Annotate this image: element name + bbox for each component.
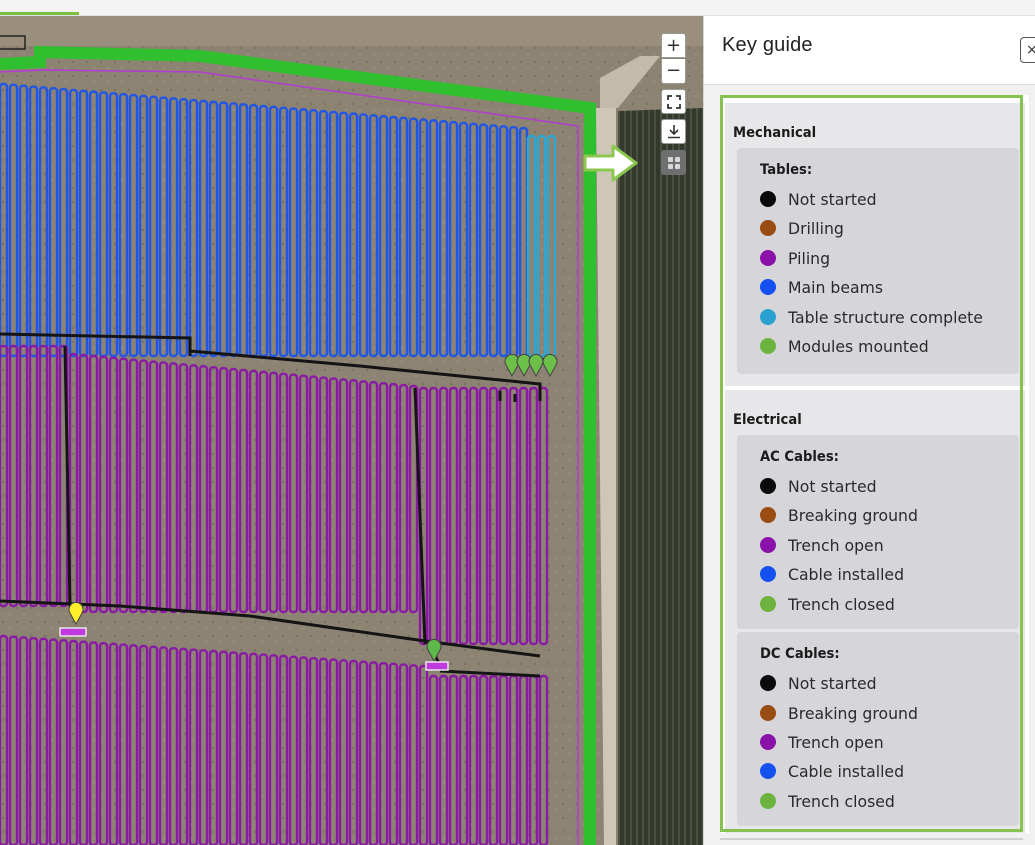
annotation-arrow-icon (583, 144, 638, 182)
section-title: Mechanical (733, 125, 817, 141)
legend-item: Trench open (760, 534, 886, 556)
active-tab-indicator (0, 12, 79, 15)
app-root: + − Key guide × Mechanical Tables: Not s… (0, 0, 1035, 845)
status-dot-icon (760, 763, 776, 779)
status-dot-icon (760, 793, 776, 809)
legend-item: Breaking ground (760, 702, 921, 724)
legend-item: Trench open (760, 731, 886, 753)
legend-label: Trench closed (788, 791, 895, 811)
minus-icon: − (665, 60, 682, 81)
status-dot-icon (760, 220, 776, 236)
close-button[interactable]: × (1020, 37, 1035, 63)
group-title: Tables: (760, 162, 813, 178)
group-title: DC Cables: (760, 646, 840, 662)
legend-item: Piling (760, 247, 831, 269)
legend-label: Cable installed (788, 564, 905, 584)
status-dot-icon (760, 734, 776, 750)
legend-label: Not started (788, 189, 877, 209)
status-dot-icon (760, 566, 776, 582)
zoom-in-button[interactable]: + (661, 33, 686, 58)
site-map-canvas[interactable] (0, 16, 703, 845)
legend-item: Not started (760, 475, 878, 497)
fullscreen-button[interactable] (661, 89, 686, 114)
legend-group-tables: Tables: Not started Drilling Piling Main… (737, 148, 1019, 374)
download-icon (667, 125, 680, 139)
legend-section-mechanical: Mechanical Tables: Not started Drilling … (725, 103, 1025, 386)
legend-group-ac-cables: AC Cables: Not started Breaking ground T… (737, 435, 1019, 629)
legend-label: Main beams (788, 277, 884, 297)
status-dot-icon (760, 705, 776, 721)
legend-item: Not started (760, 672, 878, 694)
download-button[interactable] (661, 119, 686, 144)
legend-label: Breaking ground (788, 703, 918, 723)
legend-item: Modules mounted (760, 335, 932, 357)
status-dot-icon (760, 250, 776, 266)
site-map[interactable] (0, 16, 703, 845)
status-dot-icon (760, 537, 776, 553)
legend-group-dc-cables: DC Cables: Not started Breaking ground T… (737, 632, 1019, 826)
legend-item: Drilling (760, 217, 845, 239)
legend-item: Breaking ground (760, 504, 921, 526)
legend-label: Trench open (788, 732, 884, 752)
panel-header: Key guide × (704, 16, 1035, 85)
key-guide-panel: Key guide × Mechanical Tables: Not start… (703, 16, 1035, 845)
panel-title: Key guide (722, 34, 813, 56)
legend-body: Mechanical Tables: Not started Drilling … (721, 95, 1029, 833)
legend-item: Trench closed (760, 790, 897, 812)
legend-item: Trench closed (760, 593, 897, 615)
legend-label: Table structure complete (788, 307, 983, 327)
plus-icon: + (665, 34, 682, 56)
legend-label: Breaking ground (788, 505, 918, 525)
section-title: Electrical (733, 412, 802, 428)
legend-item: Cable installed (760, 563, 906, 585)
legend-item: Main beams (760, 276, 885, 298)
legend-label: Trench closed (788, 594, 895, 614)
layers-button[interactable] (661, 150, 686, 175)
status-dot-icon (760, 675, 776, 691)
status-dot-icon (760, 191, 776, 207)
legend-section-electrical: Electrical AC Cables: Not started Breaki… (725, 390, 1025, 833)
legend-label: Cable installed (788, 761, 905, 781)
legend-item: Cable installed (760, 760, 906, 782)
legend-label: Not started (788, 476, 877, 496)
inverter-station (59, 627, 87, 637)
legend-label: Piling (788, 248, 831, 268)
top-bar (0, 0, 1035, 16)
zoom-out-button[interactable]: − (661, 59, 686, 84)
legend-label: Modules mounted (788, 336, 929, 356)
status-dot-icon (760, 279, 776, 295)
status-dot-icon (760, 596, 776, 612)
legend-label: Not started (788, 673, 877, 693)
divider (720, 838, 1023, 840)
group-title: AC Cables: (760, 449, 839, 465)
status-dot-icon (760, 478, 776, 494)
status-dot-icon (760, 507, 776, 523)
legend-item: Not started (760, 188, 878, 210)
close-icon: × (1026, 42, 1035, 58)
status-dot-icon (760, 309, 776, 325)
status-dot-icon (760, 338, 776, 354)
crop-field (618, 108, 703, 845)
legend-label: Drilling (788, 218, 844, 238)
field-edge (0, 16, 703, 46)
fullscreen-icon (666, 94, 681, 109)
legend-label: Trench open (788, 535, 884, 555)
map-background (0, 16, 703, 845)
legend-item: Table structure complete (760, 306, 987, 328)
layers-icon (667, 156, 680, 169)
inverter-station (425, 661, 449, 671)
